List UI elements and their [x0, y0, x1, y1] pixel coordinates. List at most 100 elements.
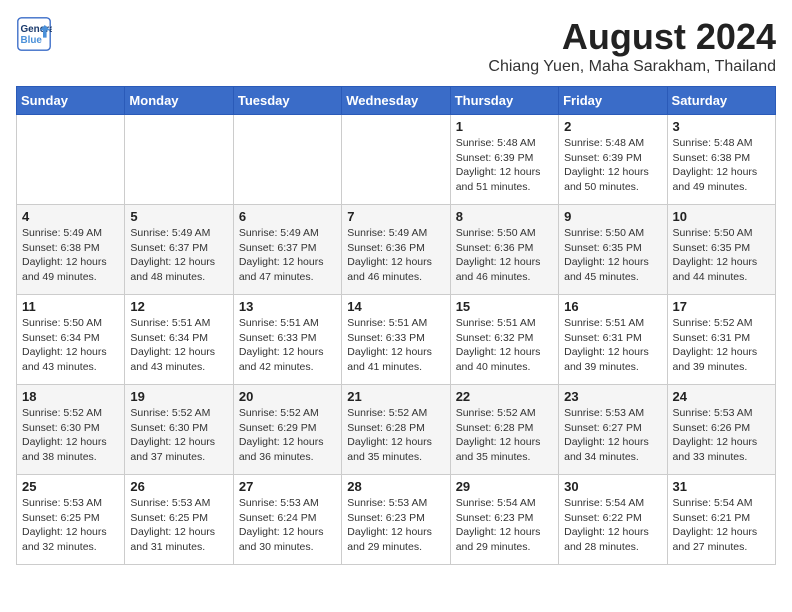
day-info: Sunrise: 5:49 AM Sunset: 6:36 PM Dayligh…	[347, 226, 444, 285]
day-number: 29	[456, 479, 553, 494]
calendar-empty-cell	[342, 115, 450, 205]
header-saturday: Saturday	[667, 87, 775, 115]
day-info: Sunrise: 5:52 AM Sunset: 6:28 PM Dayligh…	[456, 406, 553, 465]
day-number: 25	[22, 479, 119, 494]
calendar-day-6: 6 Sunrise: 5:49 AM Sunset: 6:37 PM Daylig…	[233, 205, 341, 295]
day-number: 31	[673, 479, 770, 494]
day-number: 14	[347, 299, 444, 314]
calendar-day-26: 26Sunrise: 5:53 AM Sunset: 6:25 PM Dayli…	[125, 475, 233, 565]
calendar-day-18: 18 Sunrise: 5:52 AM Sunset: 6:30 PM Dayli…	[17, 385, 125, 475]
calendar-week-row: 4 Sunrise: 5:49 AM Sunset: 6:38 PM Daylig…	[17, 205, 776, 295]
day-number: 6	[239, 209, 336, 224]
calendar-day-17: 17 Sunrise: 5:52 AM Sunset: 6:31 PM Dayli…	[667, 295, 775, 385]
calendar-day-12: 12Sunrise: 5:51 AM Sunset: 6:34 PM Dayli…	[125, 295, 233, 385]
calendar-day-25: 25 Sunrise: 5:53 AM Sunset: 6:25 PM Dayli…	[17, 475, 125, 565]
day-info: Sunrise: 5:50 AM Sunset: 6:35 PM Dayligh…	[673, 226, 770, 285]
day-info: Sunrise: 5:51 AM Sunset: 6:33 PM Dayligh…	[347, 316, 444, 375]
title-block: August 2024 Chiang Yuen, Maha Sarakham, …	[488, 16, 776, 76]
calendar-day-10: 10 Sunrise: 5:50 AM Sunset: 6:35 PM Dayli…	[667, 205, 775, 295]
calendar-empty-cell	[17, 115, 125, 205]
day-info: Sunrise: 5:48 AM Sunset: 6:39 PM Dayligh…	[564, 136, 661, 195]
day-info: Sunrise: 5:51 AM Sunset: 6:34 PM Dayligh…	[130, 316, 227, 375]
day-number: 24	[673, 389, 770, 404]
calendar-day-4: 4 Sunrise: 5:49 AM Sunset: 6:38 PM Daylig…	[17, 205, 125, 295]
day-info: Sunrise: 5:53 AM Sunset: 6:25 PM Dayligh…	[130, 496, 227, 555]
day-info: Sunrise: 5:50 AM Sunset: 6:36 PM Dayligh…	[456, 226, 553, 285]
day-number: 18	[22, 389, 119, 404]
day-number: 28	[347, 479, 444, 494]
calendar-week-row: 18 Sunrise: 5:52 AM Sunset: 6:30 PM Dayli…	[17, 385, 776, 475]
calendar-day-7: 7 Sunrise: 5:49 AM Sunset: 6:36 PM Daylig…	[342, 205, 450, 295]
day-number: 10	[673, 209, 770, 224]
day-number: 19	[130, 389, 227, 404]
day-number: 30	[564, 479, 661, 494]
day-number: 4	[22, 209, 119, 224]
day-info: Sunrise: 5:52 AM Sunset: 6:30 PM Dayligh…	[130, 406, 227, 465]
day-info: Sunrise: 5:52 AM Sunset: 6:28 PM Dayligh…	[347, 406, 444, 465]
page-header: General Blue August 2024 Chiang Yuen, Ma…	[16, 16, 776, 76]
header-tuesday: Tuesday	[233, 87, 341, 115]
day-number: 23	[564, 389, 661, 404]
calendar-day-13: 13 Sunrise: 5:51 AM Sunset: 6:33 PM Dayli…	[233, 295, 341, 385]
day-info: Sunrise: 5:54 AM Sunset: 6:23 PM Dayligh…	[456, 496, 553, 555]
calendar-day-3: 3 Sunrise: 5:48 AM Sunset: 6:38 PM Daylig…	[667, 115, 775, 205]
calendar-day-11: 11 Sunrise: 5:50 AM Sunset: 6:34 PM Dayli…	[17, 295, 125, 385]
header-thursday: Thursday	[450, 87, 558, 115]
day-number: 9	[564, 209, 661, 224]
day-info: Sunrise: 5:53 AM Sunset: 6:24 PM Dayligh…	[239, 496, 336, 555]
header-sunday: Sunday	[17, 87, 125, 115]
day-number: 27	[239, 479, 336, 494]
day-info: Sunrise: 5:52 AM Sunset: 6:31 PM Dayligh…	[673, 316, 770, 375]
calendar-day-1: 1 Sunrise: 5:48 AM Sunset: 6:39 PM Daylig…	[450, 115, 558, 205]
day-info: Sunrise: 5:51 AM Sunset: 6:31 PM Dayligh…	[564, 316, 661, 375]
day-info: Sunrise: 5:54 AM Sunset: 6:22 PM Dayligh…	[564, 496, 661, 555]
calendar-day-29: 29 Sunrise: 5:54 AM Sunset: 6:23 PM Dayli…	[450, 475, 558, 565]
day-number: 22	[456, 389, 553, 404]
day-info: Sunrise: 5:53 AM Sunset: 6:26 PM Dayligh…	[673, 406, 770, 465]
day-info: Sunrise: 5:50 AM Sunset: 6:34 PM Dayligh…	[22, 316, 119, 375]
month-year-title: August 2024	[488, 16, 776, 58]
location-subtitle: Chiang Yuen, Maha Sarakham, Thailand	[488, 58, 776, 76]
day-number: 1	[456, 119, 553, 134]
logo: General Blue	[16, 16, 52, 52]
header-monday: Monday	[125, 87, 233, 115]
day-number: 13	[239, 299, 336, 314]
day-number: 11	[22, 299, 119, 314]
calendar-day-27: 27 Sunrise: 5:53 AM Sunset: 6:24 PM Dayli…	[233, 475, 341, 565]
day-info: Sunrise: 5:49 AM Sunset: 6:38 PM Dayligh…	[22, 226, 119, 285]
day-number: 15	[456, 299, 553, 314]
calendar-table: SundayMondayTuesdayWednesdayThursdayFrid…	[16, 86, 776, 565]
calendar-day-24: 24 Sunrise: 5:53 AM Sunset: 6:26 PM Dayli…	[667, 385, 775, 475]
day-number: 8	[456, 209, 553, 224]
day-info: Sunrise: 5:49 AM Sunset: 6:37 PM Dayligh…	[130, 226, 227, 285]
svg-text:Blue: Blue	[21, 35, 43, 46]
day-number: 16	[564, 299, 661, 314]
day-number: 3	[673, 119, 770, 134]
day-number: 2	[564, 119, 661, 134]
day-number: 5	[130, 209, 227, 224]
calendar-day-31: 31 Sunrise: 5:54 AM Sunset: 6:21 PM Dayli…	[667, 475, 775, 565]
calendar-day-5: 5 Sunrise: 5:49 AM Sunset: 6:37 PM Daylig…	[125, 205, 233, 295]
day-info: Sunrise: 5:48 AM Sunset: 6:38 PM Dayligh…	[673, 136, 770, 195]
day-info: Sunrise: 5:50 AM Sunset: 6:35 PM Dayligh…	[564, 226, 661, 285]
day-info: Sunrise: 5:54 AM Sunset: 6:21 PM Dayligh…	[673, 496, 770, 555]
day-number: 7	[347, 209, 444, 224]
calendar-day-30: 30 Sunrise: 5:54 AM Sunset: 6:22 PM Dayli…	[559, 475, 667, 565]
calendar-week-row: 11 Sunrise: 5:50 AM Sunset: 6:34 PM Dayli…	[17, 295, 776, 385]
calendar-empty-cell	[233, 115, 341, 205]
day-info: Sunrise: 5:48 AM Sunset: 6:39 PM Dayligh…	[456, 136, 553, 195]
calendar-day-2: 2 Sunrise: 5:48 AM Sunset: 6:39 PM Daylig…	[559, 115, 667, 205]
header-friday: Friday	[559, 87, 667, 115]
calendar-empty-cell	[125, 115, 233, 205]
day-number: 21	[347, 389, 444, 404]
calendar-day-22: 22 Sunrise: 5:52 AM Sunset: 6:28 PM Dayli…	[450, 385, 558, 475]
day-info: Sunrise: 5:53 AM Sunset: 6:23 PM Dayligh…	[347, 496, 444, 555]
day-info: Sunrise: 5:51 AM Sunset: 6:32 PM Dayligh…	[456, 316, 553, 375]
day-info: Sunrise: 5:49 AM Sunset: 6:37 PM Dayligh…	[239, 226, 336, 285]
day-info: Sunrise: 5:51 AM Sunset: 6:33 PM Dayligh…	[239, 316, 336, 375]
day-info: Sunrise: 5:52 AM Sunset: 6:29 PM Dayligh…	[239, 406, 336, 465]
calendar-day-23: 23Sunrise: 5:53 AM Sunset: 6:27 PM Dayli…	[559, 385, 667, 475]
day-info: Sunrise: 5:52 AM Sunset: 6:30 PM Dayligh…	[22, 406, 119, 465]
day-info: Sunrise: 5:53 AM Sunset: 6:25 PM Dayligh…	[22, 496, 119, 555]
day-number: 17	[673, 299, 770, 314]
